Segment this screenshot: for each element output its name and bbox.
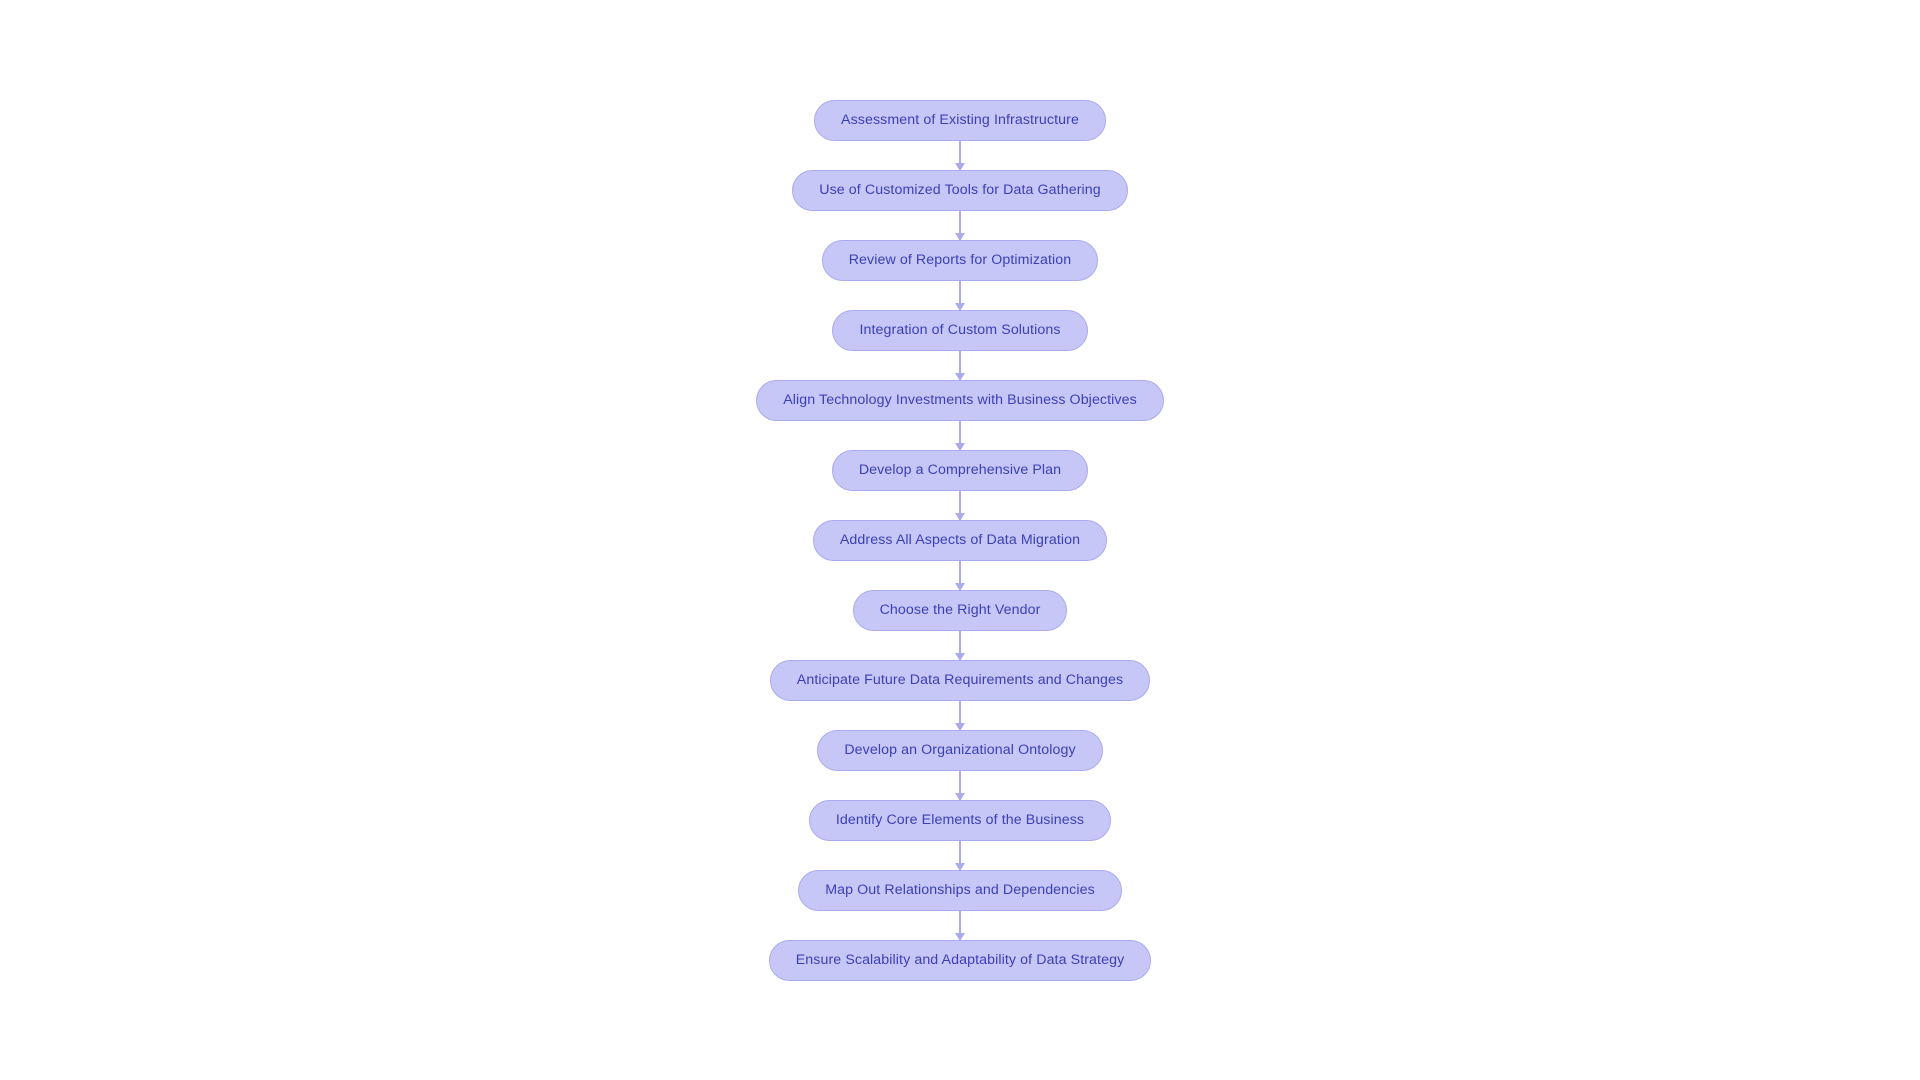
flowchart-node-row: Identify Core Elements of the Business [0, 800, 1920, 841]
flowchart-node-row: Align Technology Investments with Busine… [0, 380, 1920, 421]
flowchart-edge [955, 561, 965, 591]
flowchart-node-label: Use of Customized Tools for Data Gatheri… [819, 182, 1101, 199]
flowchart-edge [955, 351, 965, 381]
down-arrow-icon [955, 723, 965, 731]
flowchart-edge [955, 421, 965, 451]
flowchart-node-row: Assessment of Existing Infrastructure [0, 100, 1920, 141]
flowchart-node-row: Develop a Comprehensive Plan [0, 450, 1920, 491]
flowchart-node[interactable]: Identify Core Elements of the Business [808, 800, 1112, 841]
flowchart-node-label: Map Out Relationships and Dependencies [825, 882, 1095, 899]
down-arrow-icon [955, 933, 965, 941]
flowchart-node[interactable]: Align Technology Investments with Busine… [756, 380, 1164, 421]
flowchart-node-row: Map Out Relationships and Dependencies [0, 870, 1920, 911]
down-arrow-icon [955, 513, 965, 521]
flowchart-node-row: Develop an Organizational Ontology [0, 730, 1920, 771]
flowchart-node-label: Integration of Custom Solutions [859, 322, 1061, 339]
down-arrow-icon [955, 443, 965, 451]
flowchart-node-label: Develop an Organizational Ontology [844, 742, 1076, 759]
flowchart-edge [955, 141, 965, 171]
flowchart-edge [955, 911, 965, 941]
flowchart-node-label: Align Technology Investments with Busine… [783, 392, 1137, 409]
down-arrow-icon [955, 233, 965, 241]
flowchart-edge [955, 281, 965, 311]
flowchart-node-row: Integration of Custom Solutions [0, 310, 1920, 351]
flowchart-node[interactable]: Anticipate Future Data Requirements and … [769, 660, 1151, 701]
flowchart-node-label: Identify Core Elements of the Business [835, 812, 1085, 829]
flowchart-node[interactable]: Ensure Scalability and Adaptability of D… [768, 940, 1152, 981]
flowchart-node[interactable]: Use of Customized Tools for Data Gatheri… [792, 170, 1128, 211]
flowchart-node-label: Choose the Right Vendor [879, 602, 1041, 619]
flowchart-node-row: Choose the Right Vendor [0, 590, 1920, 631]
flowchart-node-row: Ensure Scalability and Adaptability of D… [0, 940, 1920, 981]
flowchart-node[interactable]: Develop a Comprehensive Plan [831, 450, 1089, 491]
flowchart-node-row: Review of Reports for Optimization [0, 240, 1920, 281]
flowchart-node[interactable]: Map Out Relationships and Dependencies [798, 870, 1122, 911]
flowchart-node[interactable]: Review of Reports for Optimization [821, 240, 1099, 281]
flowchart-edge [955, 491, 965, 521]
down-arrow-icon [955, 163, 965, 171]
flowchart-node-label: Assessment of Existing Infrastructure [841, 112, 1079, 129]
down-arrow-icon [955, 583, 965, 591]
down-arrow-icon [955, 303, 965, 311]
flowchart-edge [955, 631, 965, 661]
flowchart-node-row: Use of Customized Tools for Data Gatheri… [0, 170, 1920, 211]
flowchart-node-label: Anticipate Future Data Requirements and … [796, 672, 1124, 689]
flowchart-node-chain: Assessment of Existing Infrastructure Use… [0, 100, 1920, 981]
flowchart-edge [955, 841, 965, 871]
flowchart-node-label: Address All Aspects of Data Migration [839, 532, 1081, 549]
flowchart-node-label: Review of Reports for Optimization [848, 252, 1072, 269]
flowchart-node[interactable]: Develop an Organizational Ontology [817, 730, 1103, 771]
down-arrow-icon [955, 653, 965, 661]
flowchart-node[interactable]: Choose the Right Vendor [852, 590, 1068, 631]
flowchart-node[interactable]: Integration of Custom Solutions [832, 310, 1088, 351]
flowchart-node-row: Address All Aspects of Data Migration [0, 520, 1920, 561]
flowchart-canvas: Assessment of Existing Infrastructure Use… [0, 0, 1920, 1080]
flowchart-edge [955, 701, 965, 731]
flowchart-node-label: Develop a Comprehensive Plan [858, 462, 1062, 479]
flowchart-edge [955, 211, 965, 241]
down-arrow-icon [955, 863, 965, 871]
flowchart-node-label: Ensure Scalability and Adaptability of D… [795, 952, 1125, 969]
flowchart-edge [955, 771, 965, 801]
flowchart-node[interactable]: Address All Aspects of Data Migration [812, 520, 1108, 561]
flowchart-node[interactable]: Assessment of Existing Infrastructure [814, 100, 1106, 141]
down-arrow-icon [955, 793, 965, 801]
flowchart-node-row: Anticipate Future Data Requirements and … [0, 660, 1920, 701]
down-arrow-icon [955, 373, 965, 381]
